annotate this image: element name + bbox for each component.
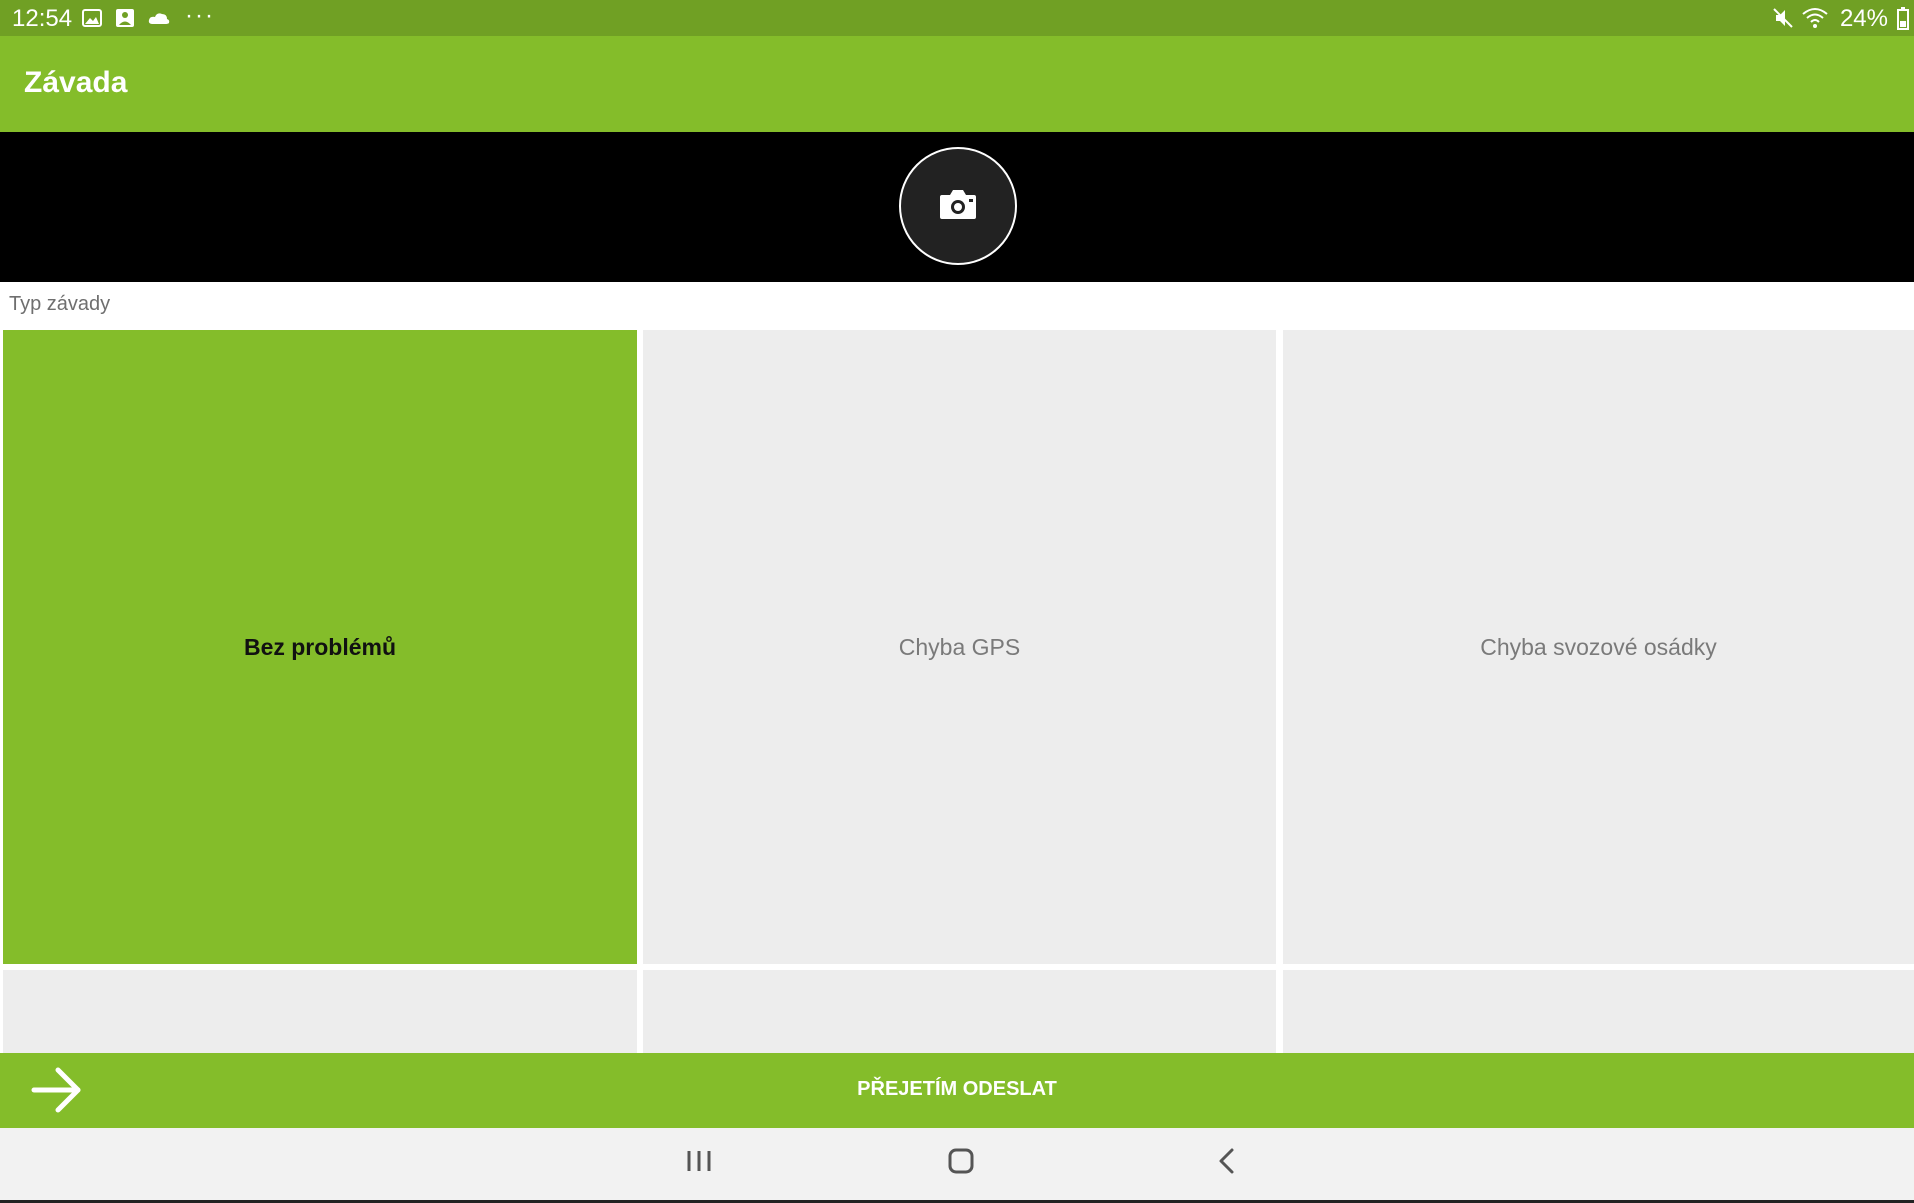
- cloud-icon: [147, 7, 171, 35]
- fault-option-crew-error[interactable]: Chyba svozové osádky: [1283, 330, 1914, 964]
- app-bar: Závada: [0, 36, 1914, 132]
- fault-type-label: Typ závady: [9, 293, 111, 315]
- status-time: 12:54: [12, 5, 73, 32]
- fault-option-label: Chyba GPS: [898, 633, 1021, 660]
- camera-preview: [0, 132, 1914, 282]
- take-photo-button[interactable]: [899, 147, 1017, 265]
- fault-option-label: Bez problémů: [243, 633, 397, 660]
- gallery-icon: [115, 7, 135, 35]
- battery-icon: [1896, 7, 1910, 38]
- fault-option-label: Chyba svozové osádky: [1480, 633, 1717, 660]
- camera-icon: [938, 187, 978, 226]
- status-bar: 12:54 ··· 24%: [0, 0, 1914, 36]
- home-icon[interactable]: [947, 1146, 977, 1181]
- swipe-to-send-label: PŘEJETÍM ODESLAT: [857, 1078, 1057, 1100]
- fault-option[interactable]: [643, 970, 1276, 1053]
- mute-icon: [1772, 7, 1794, 36]
- fault-option[interactable]: [1283, 970, 1914, 1053]
- image-icon: [82, 7, 102, 35]
- back-icon[interactable]: [1215, 1146, 1239, 1181]
- wifi-icon: [1802, 7, 1828, 36]
- fault-option-no-problems[interactable]: Bez problémů: [3, 330, 637, 964]
- fault-option[interactable]: [3, 970, 637, 1053]
- system-navigation-bar: [0, 1128, 1914, 1200]
- more-notifications: ···: [185, 2, 215, 29]
- battery-level: 24%: [1839, 5, 1888, 32]
- page-title: Závada: [24, 66, 128, 99]
- fault-option-gps-error[interactable]: Chyba GPS: [643, 330, 1276, 964]
- swipe-to-send-bar[interactable]: PŘEJETÍM ODESLAT: [0, 1053, 1914, 1128]
- recent-apps-icon[interactable]: [686, 1146, 712, 1181]
